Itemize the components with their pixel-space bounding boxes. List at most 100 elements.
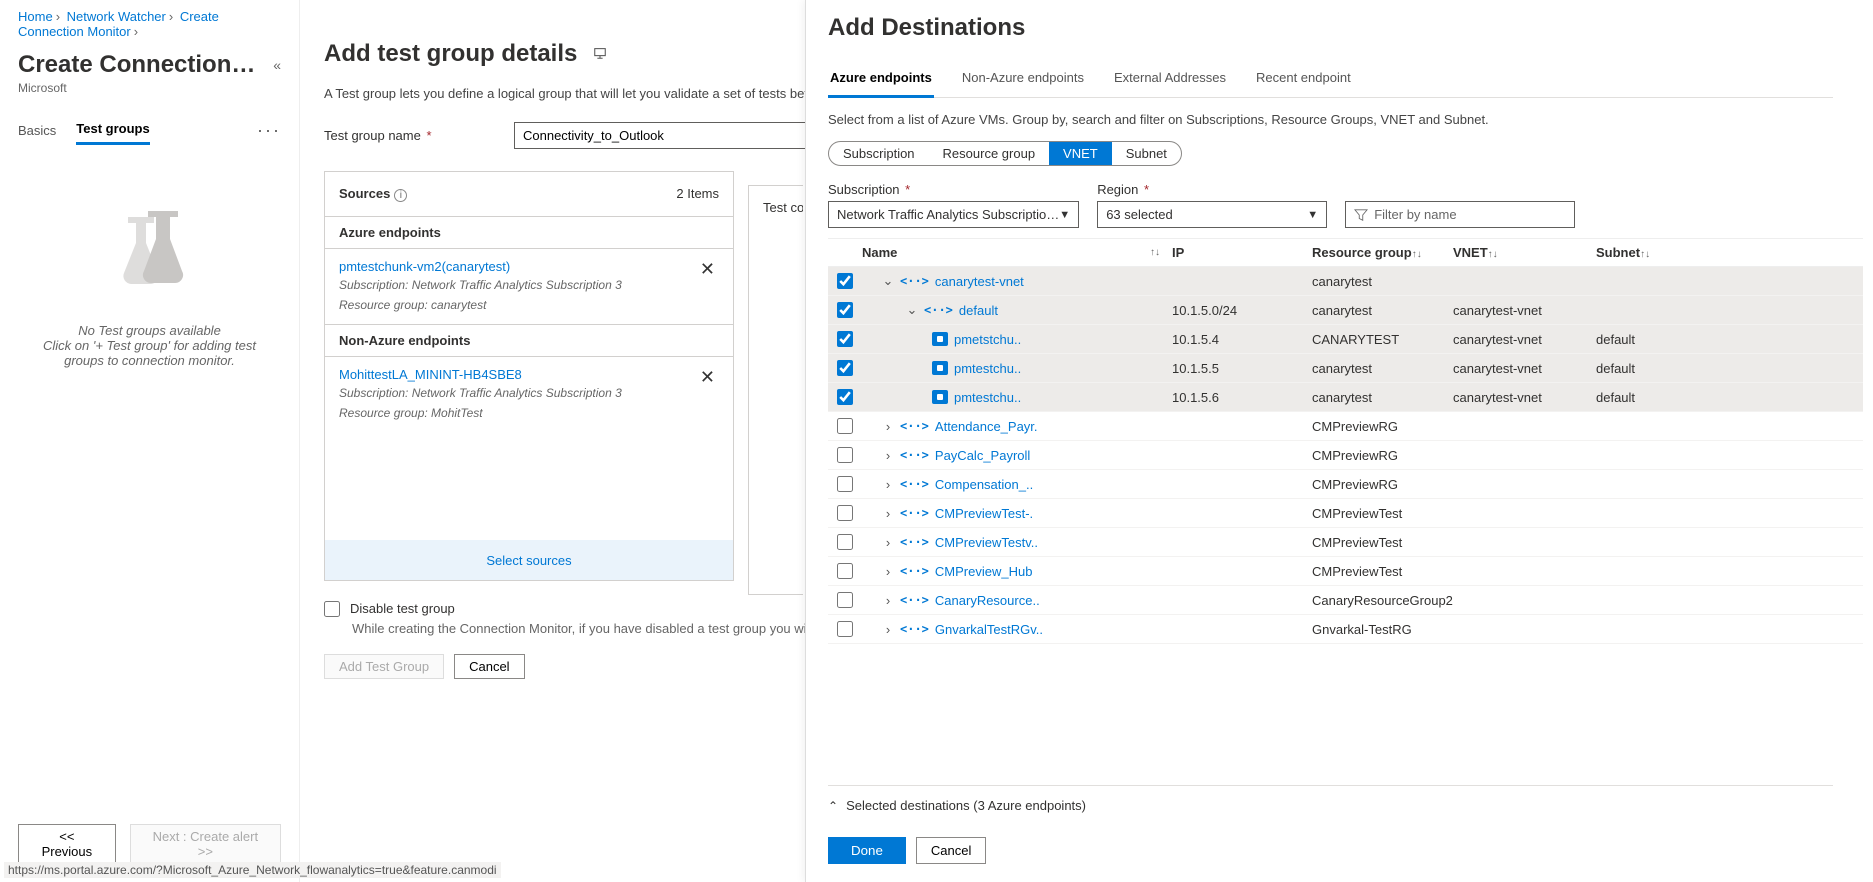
row-name[interactable]: pmetstchu..	[954, 332, 1021, 347]
row-checkbox[interactable]	[837, 476, 853, 492]
row-name[interactable]: PayCalc_Payroll	[935, 448, 1030, 463]
table-row[interactable]: ›PayCalc_PayrollCMPreviewRG	[828, 441, 1863, 470]
add-destinations-panel: Add Destinations Azure endpoints Non-Azu…	[805, 0, 1873, 882]
pill-subscription[interactable]: Subscription	[829, 142, 929, 165]
tg-name-input[interactable]	[514, 122, 814, 149]
sort-icon[interactable]: ↑↓	[1488, 249, 1510, 260]
row-checkbox[interactable]	[837, 331, 853, 347]
filter-input[interactable]: Filter by name	[1345, 201, 1575, 228]
row-name[interactable]: CanaryResource..	[935, 593, 1040, 608]
col-name[interactable]: Name	[862, 245, 897, 260]
table-row[interactable]: pmetstchu..10.1.5.4CANARYTESTcanarytest-…	[828, 325, 1863, 354]
expand-icon[interactable]: ›	[882, 622, 894, 637]
collapse-icon[interactable]: «	[273, 57, 281, 73]
panel-cancel-button[interactable]: Cancel	[916, 837, 986, 864]
table-row[interactable]: pmtestchu..10.1.5.6canarytestcanarytest-…	[828, 383, 1863, 412]
expand-icon[interactable]: ›	[882, 535, 894, 550]
close-icon[interactable]: ✕	[696, 259, 719, 280]
col-vnet[interactable]: VNET	[1453, 245, 1488, 260]
table-row[interactable]: ⌄ canarytest-vnet canarytest	[828, 267, 1863, 296]
table-row[interactable]: ›CanaryResource..CanaryResourceGroup2	[828, 586, 1863, 615]
expand-icon[interactable]: ›	[882, 564, 894, 579]
pill-vnet[interactable]: VNET	[1049, 142, 1112, 165]
empty-line2: Click on '+ Test group' for adding test	[43, 338, 256, 353]
expand-icon[interactable]: ›	[882, 477, 894, 492]
expand-icon[interactable]: ›	[882, 506, 894, 521]
row-checkbox[interactable]	[837, 447, 853, 463]
done-button[interactable]: Done	[828, 837, 906, 864]
row-checkbox[interactable]	[837, 563, 853, 579]
sort-icon[interactable]: ↑↓	[1412, 249, 1434, 260]
endpoint-name[interactable]: MohittestLA_MININT-HB4SBE8	[339, 367, 522, 382]
row-checkbox[interactable]	[837, 505, 853, 521]
tab-azure-endpoints[interactable]: Azure endpoints	[828, 62, 934, 98]
prev-button[interactable]: << Previous	[18, 824, 116, 864]
table-row[interactable]: ›CMPreviewTest-.CMPreviewTest	[828, 499, 1863, 528]
cancel-button[interactable]: Cancel	[454, 654, 524, 679]
expand-icon[interactable]: ›	[882, 419, 894, 434]
vnet-icon	[900, 593, 929, 607]
tab-recent-endpoint[interactable]: Recent endpoint	[1254, 62, 1353, 97]
col-subnet[interactable]: Subnet	[1596, 245, 1640, 260]
row-name[interactable]: default	[959, 303, 998, 318]
row-name[interactable]: pmtestchu..	[954, 390, 1021, 405]
disable-checkbox[interactable]	[324, 601, 340, 617]
row-checkbox[interactable]	[837, 302, 853, 318]
table-row[interactable]: ›GnvarkalTestRGv..Gnvarkal-TestRG	[828, 615, 1863, 644]
next-button: Next : Create alert >>	[130, 824, 281, 864]
close-icon[interactable]: ✕	[696, 367, 719, 388]
row-checkbox[interactable]	[837, 360, 853, 376]
row-name[interactable]: CMPreview_Hub	[935, 564, 1033, 579]
col-ip[interactable]: IP	[1172, 245, 1184, 260]
org-label: Microsoft	[18, 81, 281, 95]
tab-test-groups[interactable]: Test groups	[76, 115, 149, 145]
vm-icon	[932, 361, 948, 375]
panel-title: Add Destinations	[828, 14, 1833, 42]
row-checkbox[interactable]	[837, 273, 853, 289]
table-row[interactable]: ⌄default10.1.5.0/24canarytestcanarytest-…	[828, 296, 1863, 325]
info-icon[interactable]: i	[394, 189, 407, 202]
row-rg: canarytest	[1312, 361, 1453, 376]
crumb-home[interactable]: Home	[18, 9, 53, 24]
row-rg: CMPreviewTest	[1312, 535, 1453, 550]
row-name[interactable]: GnvarkalTestRGv..	[935, 622, 1043, 637]
row-checkbox[interactable]	[837, 534, 853, 550]
subscription-select[interactable]: Network Traffic Analytics Subscriptio…▼	[828, 201, 1079, 228]
table-row[interactable]: ›Compensation_..CMPreviewRG	[828, 470, 1863, 499]
row-checkbox[interactable]	[837, 592, 853, 608]
table-row[interactable]: pmtestchu..10.1.5.5canarytestcanarytest-…	[828, 354, 1863, 383]
endpoint-name[interactable]: pmtestchunk-vm2(canarytest)	[339, 259, 510, 274]
table-row[interactable]: ›Attendance_Payr.CMPreviewRG	[828, 412, 1863, 441]
row-checkbox[interactable]	[837, 389, 853, 405]
pill-subnet[interactable]: Subnet	[1112, 142, 1181, 165]
tab-external-addresses[interactable]: External Addresses	[1112, 62, 1228, 97]
pill-resource-group[interactable]: Resource group	[929, 142, 1050, 165]
table-row[interactable]: ›CMPreview_HubCMPreviewTest	[828, 557, 1863, 586]
row-checkbox[interactable]	[837, 418, 853, 434]
row-name[interactable]: Attendance_Payr.	[935, 419, 1038, 434]
row-vnet: canarytest-vnet	[1453, 390, 1596, 405]
crumb-nw[interactable]: Network Watcher	[67, 9, 166, 24]
select-sources-button[interactable]: Select sources	[325, 540, 733, 580]
collapse-icon[interactable]: ⌄	[882, 273, 894, 289]
row-rg: canarytest	[1312, 274, 1453, 289]
row-name[interactable]: CMPreviewTestv..	[935, 535, 1038, 550]
more-icon[interactable]: ···	[257, 120, 281, 141]
collapse-icon[interactable]: ⌄	[906, 302, 918, 318]
selected-destinations-toggle[interactable]: ⌃ Selected destinations (3 Azure endpoin…	[828, 785, 1833, 825]
row-checkbox[interactable]	[837, 621, 853, 637]
pin-icon[interactable]	[593, 46, 607, 63]
tab-basics[interactable]: Basics	[18, 117, 56, 144]
sort-icon[interactable]: ↑↓	[1640, 249, 1662, 260]
row-name[interactable]: CMPreviewTest-.	[935, 506, 1033, 521]
row-name[interactable]: Compensation_..	[935, 477, 1033, 492]
table-row[interactable]: › CMPreviewTestv.. CMPreviewTest	[828, 528, 1863, 557]
expand-icon[interactable]: ›	[882, 448, 894, 463]
row-name[interactable]: canarytest-vnet	[935, 274, 1024, 289]
region-select[interactable]: 63 selected▼	[1097, 201, 1327, 228]
col-rg[interactable]: Resource group	[1312, 245, 1412, 260]
sort-icon[interactable]: ↑↓	[1150, 247, 1172, 258]
row-name[interactable]: pmtestchu..	[954, 361, 1021, 376]
expand-icon[interactable]: ›	[882, 593, 894, 608]
tab-nonazure-endpoints[interactable]: Non-Azure endpoints	[960, 62, 1086, 97]
